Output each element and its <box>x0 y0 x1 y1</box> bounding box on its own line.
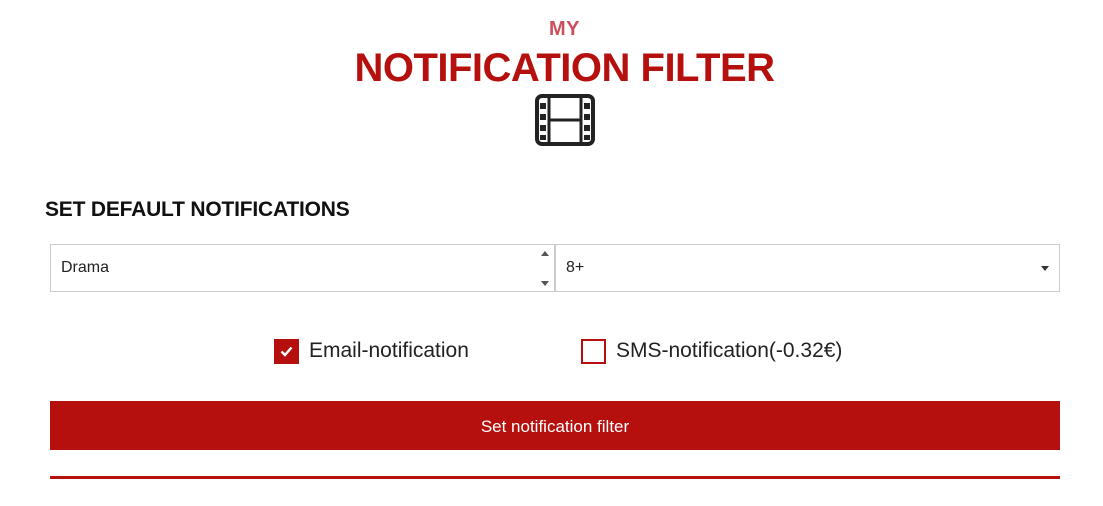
checkmark-icon <box>280 346 293 357</box>
section-title: SET DEFAULT NOTIFICATIONS <box>45 198 350 221</box>
sms-notification-label[interactable]: SMS-notification(-0.32€) <box>616 339 842 363</box>
age-rating-select-value: 8+ <box>566 259 585 276</box>
age-rating-select[interactable]: 8+ <box>555 244 1060 292</box>
page-title: NOTIFICATION FILTER <box>354 46 775 90</box>
email-notification-label[interactable]: Email-notification <box>309 339 469 363</box>
page-kicker: MY <box>549 18 580 40</box>
divider <box>50 476 1060 479</box>
set-notification-filter-button[interactable]: Set notification filter <box>50 401 1060 450</box>
email-notification-option[interactable]: Email-notification <box>274 336 469 366</box>
scroll-up-arrow-icon[interactable] <box>541 251 549 256</box>
scroll-down-arrow-icon[interactable] <box>541 281 549 286</box>
sms-notification-option[interactable]: SMS-notification(-0.32€) <box>581 336 842 366</box>
sms-notification-checkbox[interactable] <box>581 338 606 364</box>
genre-select-value: Drama <box>61 259 110 276</box>
chevron-down-icon[interactable] <box>1041 266 1049 271</box>
film-icon <box>535 94 595 146</box>
genre-spinner[interactable] <box>536 245 554 291</box>
email-notification-checkbox[interactable] <box>274 338 299 364</box>
genre-select[interactable]: Drama <box>50 244 555 292</box>
